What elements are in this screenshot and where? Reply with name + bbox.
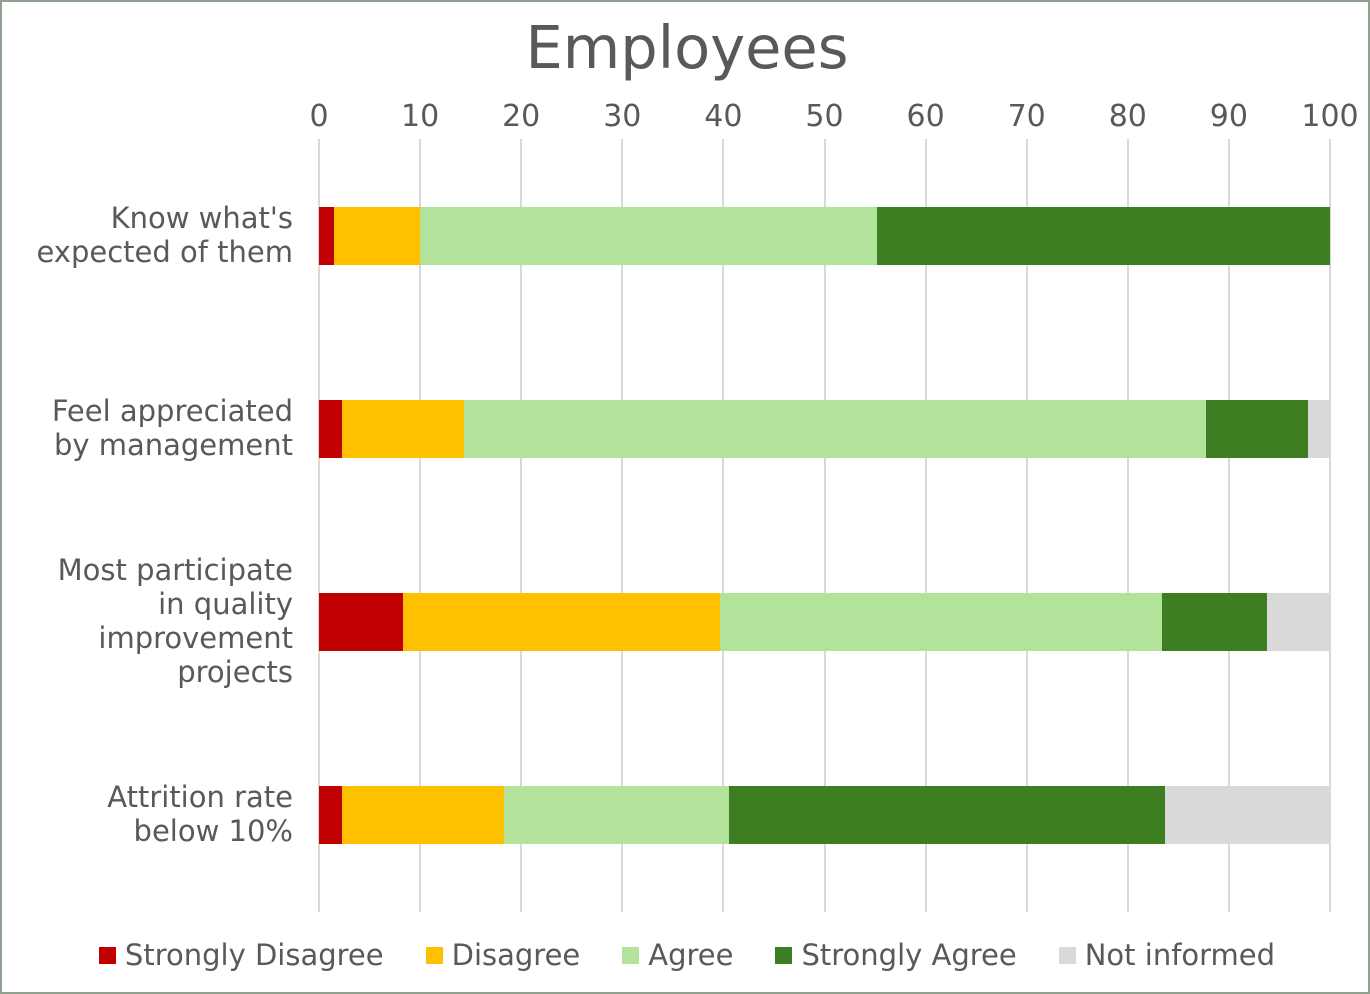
category-label-line: expected of them: [36, 234, 293, 269]
bar-segment[interactable]: [463, 399, 1206, 458]
x-axis-tick-label: 20: [502, 99, 541, 134]
bar-segment[interactable]: [877, 206, 1330, 265]
legend-item[interactable]: Strongly Disagree: [98, 938, 384, 972]
category-label-line: below 10%: [133, 814, 293, 849]
bar-row: [319, 593, 1330, 652]
plot-area: [318, 139, 1331, 912]
category-label-line: Attrition rate: [107, 780, 293, 815]
legend-label: Strongly Disagree: [124, 938, 384, 972]
category-axis-labels: Know what's expected of them Feel apprecia…: [2, 139, 307, 912]
x-axis-tick-label: 70: [1007, 99, 1046, 134]
category-label-line: Know what's: [110, 200, 293, 235]
x-axis-tick-label: 100: [1301, 99, 1359, 134]
x-axis-tick-label: 60: [906, 99, 945, 134]
legend-item[interactable]: Disagree: [425, 938, 581, 972]
bar-segment[interactable]: [402, 593, 721, 652]
x-axis-tick-label: 50: [805, 99, 844, 134]
category-label-line: improvement projects: [98, 621, 293, 690]
x-axis-tick-label: 80: [1108, 99, 1147, 134]
legend-swatch-icon: [1058, 947, 1076, 964]
legend-item[interactable]: Agree: [622, 941, 733, 970]
bar-segment[interactable]: [1165, 786, 1330, 845]
bar-segment[interactable]: [1267, 593, 1330, 652]
bar-segment[interactable]: [319, 399, 343, 458]
bar-segment[interactable]: [504, 786, 730, 845]
bar-segment[interactable]: [342, 786, 504, 845]
bar-row: [319, 399, 1330, 458]
x-axis-tick-label: 30: [603, 99, 642, 134]
bar-segment[interactable]: [334, 206, 421, 265]
chart-legend: Strongly Disagree Disagree Agree Strongly A…: [2, 938, 1368, 972]
legend-swatch-icon: [622, 947, 640, 964]
category-label: Know what's expected of them: [2, 200, 293, 270]
bar-segment[interactable]: [342, 399, 464, 458]
category-label-line: in quality: [158, 587, 293, 622]
legend-label: Agree: [648, 938, 734, 972]
category-label: Feel appreciated by management: [2, 393, 293, 463]
x-axis-tick-labels: 0 10 20 30 40 50 60 70 80 90 100: [309, 99, 1358, 136]
x-axis-tick-label: 10: [401, 99, 440, 134]
category-label: Most participate in quality improvement pr…: [2, 553, 293, 690]
legend-swatch-icon: [775, 947, 793, 964]
legend-label: Disagree: [451, 938, 581, 972]
legend-label: Not informed: [1084, 938, 1276, 972]
bar-segment[interactable]: [720, 593, 1163, 652]
legend-item[interactable]: Strongly Agree: [775, 938, 1017, 972]
chart-container: Employees 0 10 20 30 40 50 60 70 80 90 100 Know wh…: [0, 0, 1370, 994]
category-label-line: Most participate: [57, 553, 293, 588]
x-axis-tick-label: 90: [1209, 99, 1248, 134]
category-label-line: by management: [53, 427, 293, 462]
legend-swatch-icon: [98, 947, 116, 964]
bar-row: [319, 206, 1330, 265]
bar-segment[interactable]: [1307, 399, 1330, 458]
category-label-line: Feel appreciated: [51, 393, 293, 428]
bar-segment[interactable]: [420, 206, 878, 265]
legend-item[interactable]: Not informed: [1058, 938, 1276, 972]
chart-title: Employees: [525, 13, 849, 82]
bar-segment[interactable]: [319, 206, 335, 265]
bar-segment[interactable]: [729, 786, 1166, 845]
bar-segment[interactable]: [1162, 593, 1268, 652]
x-axis-tick-label: 0: [309, 99, 329, 134]
category-label: Attrition rate below 10%: [2, 780, 293, 849]
legend-swatch-icon: [425, 947, 443, 964]
legend-label: Strongly Agree: [801, 938, 1017, 972]
bar-segment[interactable]: [319, 786, 343, 845]
bar-segment[interactable]: [1205, 399, 1308, 458]
x-axis-tick-label: 40: [704, 99, 743, 134]
bar-row: [319, 786, 1330, 845]
bar-segment[interactable]: [319, 593, 403, 652]
